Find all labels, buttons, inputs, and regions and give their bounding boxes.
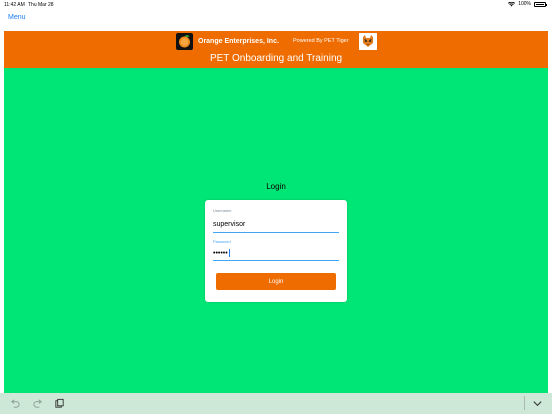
username-field: Username	[213, 208, 339, 233]
undo-icon[interactable]	[10, 398, 21, 409]
tiger-icon	[363, 35, 373, 47]
app-frame: Orange Enterprises, Inc. Powered By PET …	[4, 31, 548, 393]
status-time: 11:42 AM	[4, 2, 25, 8]
login-button[interactable]: Login	[216, 273, 336, 290]
app-header: Orange Enterprises, Inc. Powered By PET …	[4, 31, 548, 68]
password-label: Password	[213, 239, 231, 244]
password-field: Password ••••••	[213, 239, 339, 261]
text-caret	[228, 249, 230, 258]
redo-icon[interactable]	[32, 398, 43, 409]
company-name: Orange Enterprises, Inc.	[198, 38, 279, 45]
status-right: 100%	[508, 1, 547, 7]
password-dots: ••••••	[213, 250, 228, 257]
battery-percent: 100%	[518, 1, 531, 7]
toolbar-divider	[524, 396, 525, 410]
orange-logo	[176, 33, 193, 50]
orange-logo-icon	[179, 35, 190, 48]
menu-link[interactable]: Menu	[8, 14, 26, 21]
status-date: Thu Mar 28	[28, 2, 54, 8]
username-input[interactable]	[213, 220, 339, 230]
username-underline	[213, 232, 339, 233]
wifi-icon	[508, 1, 516, 6]
tiger-logo	[359, 33, 377, 50]
username-label: Username	[213, 208, 232, 213]
keyboard-toolbar	[0, 393, 552, 414]
password-underline	[213, 260, 339, 261]
password-input[interactable]: ••••••	[213, 249, 339, 259]
status-bar: 11:42 AM Thu Mar 28 100%	[0, 0, 552, 10]
paste-icon[interactable]	[54, 398, 65, 409]
dismiss-keyboard-icon[interactable]	[532, 398, 543, 409]
battery-icon	[534, 1, 547, 7]
powered-by-text: Powered By PET Tiger	[293, 38, 349, 44]
login-card: Username Password •••••• Login	[205, 200, 347, 302]
login-heading: Login	[266, 182, 286, 191]
app-title: PET Onboarding and Training	[209, 53, 343, 64]
